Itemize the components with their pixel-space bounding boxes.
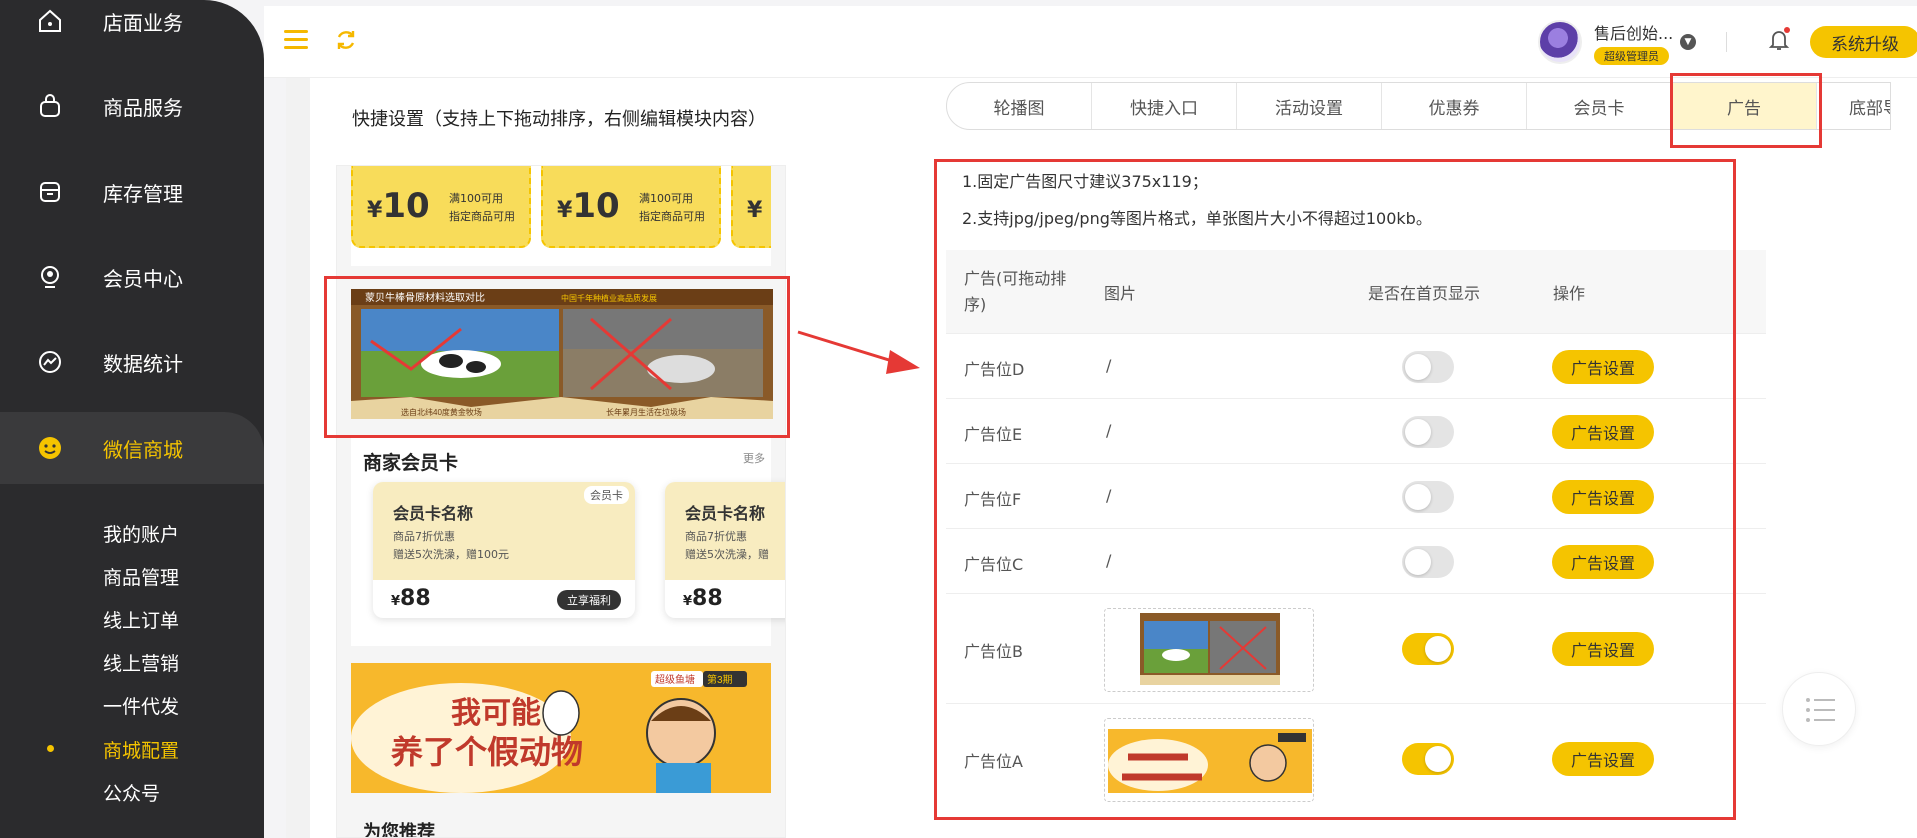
coupon-row[interactable]: ¥10 满100可用 指定商品可用 ¥10 满100可用 指定商品可用 ¥: [351, 166, 771, 266]
list-icon: [1806, 698, 1835, 722]
submenu-item-my-account[interactable]: 我的账户: [103, 520, 179, 547]
submenu-item-dropshipping[interactable]: 一件代发: [103, 692, 179, 719]
tab-quick-entry[interactable]: 快捷入口: [1092, 83, 1237, 129]
active-indicator-dot: [47, 745, 54, 752]
sidebar-item-label: 库存管理: [103, 181, 183, 206]
tab-highlight-frame: [1670, 73, 1822, 148]
box-icon: [36, 178, 64, 206]
submenu-item-product-management[interactable]: 商品管理: [103, 563, 179, 590]
sidebar-item-store-business[interactable]: 店面业务: [0, 0, 264, 56]
chart-icon: [36, 348, 64, 376]
submenu-item-official-account[interactable]: 公众号: [103, 779, 160, 806]
sidebar: 店面业务 商品服务 库存管理 会员中心 数据统计 微信商城 我的账户 商品管理 …: [0, 0, 264, 838]
home-icon: [36, 7, 64, 35]
coupon-amount: 10: [572, 186, 620, 226]
member-card-tag: 会员卡: [584, 486, 629, 504]
quick-settings-title: 快捷设置（支持上下拖动排序，右侧编辑模块内容）: [352, 109, 766, 130]
avatar[interactable]: [1538, 20, 1582, 64]
promo-line-2: 养了个假动物: [391, 734, 583, 770]
member-card-name: 会员卡名称: [393, 504, 474, 523]
coupon-condition: 满100可用: [449, 192, 503, 205]
promo-banner-fake-animal[interactable]: 超级鱼塘 第3期 我可能 养了个假动物: [351, 663, 771, 793]
top-header: 售后创始... 超级管理员 ▼ 系统升级: [264, 6, 1917, 78]
promo-badge: 超级鱼塘: [655, 673, 695, 686]
ad-highlight-frame: [324, 276, 790, 438]
member-card[interactable]: 会员卡名称 商品7折优惠 赠送5次洗澡，赠 ¥88: [665, 482, 785, 618]
tab-carousel[interactable]: 轮播图: [947, 83, 1092, 129]
chevron-down-icon[interactable]: ▼: [1680, 34, 1696, 50]
currency-symbol: ¥: [557, 198, 573, 223]
sidebar-item-inventory[interactable]: 库存管理: [0, 157, 264, 227]
coupon-scope: 指定商品可用: [639, 210, 705, 223]
header-divider: [1726, 32, 1727, 52]
submenu-item-online-orders[interactable]: 线上订单: [103, 606, 179, 633]
member-card-benefit-1: 商品7折优惠: [685, 530, 747, 543]
member-card-price: 88: [400, 586, 431, 611]
claim-benefit-button[interactable]: 立享福利: [557, 590, 621, 610]
recommend-title: 为您推荐: [363, 822, 435, 838]
sidebar-item-member-center[interactable]: 会员中心: [0, 242, 264, 312]
tab-coupon[interactable]: 优惠券: [1382, 83, 1527, 129]
smile-icon: [36, 434, 64, 462]
bag-icon: [36, 92, 64, 120]
member-card-section: 商家会员卡 更多 会员卡 会员卡名称 商品7折优惠 赠送5次洗澡，赠100元 ¥…: [351, 436, 785, 646]
coupon-card[interactable]: ¥10 满100可用 指定商品可用: [351, 166, 531, 248]
phone-preview: ¥10 满100可用 指定商品可用 ¥10 满100可用 指定商品可用 ¥ 蒙贝牛棒…: [336, 165, 786, 838]
refresh-icon[interactable]: [334, 28, 358, 52]
member-card-name: 会员卡名称: [685, 504, 766, 523]
sidebar-item-label: 商品服务: [103, 95, 183, 120]
coupon-card[interactable]: ¥: [731, 166, 771, 248]
user-role-badge: 超级管理员: [1594, 47, 1669, 65]
coupon-condition: 满100可用: [639, 192, 693, 205]
promo-issue: 第3期: [707, 673, 733, 686]
sidebar-item-label: 微信商城: [103, 437, 183, 462]
submenu-item-online-marketing[interactable]: 线上营销: [103, 649, 179, 676]
member-icon: [36, 263, 64, 291]
sidebar-item-label: 会员中心: [103, 266, 183, 291]
menu-toggle-icon[interactable]: [284, 30, 308, 50]
coupon-scope: 指定商品可用: [449, 210, 515, 223]
currency-symbol: ¥: [683, 594, 693, 609]
coupon-card[interactable]: ¥10 满100可用 指定商品可用: [541, 166, 721, 248]
sidebar-submenu: 我的账户 商品管理 线上订单 线上营销 一件代发 商城配置 公众号: [0, 490, 264, 838]
currency-symbol: ¥: [747, 198, 763, 223]
tab-activity[interactable]: 活动设置: [1237, 83, 1382, 129]
tab-member-card[interactable]: 会员卡: [1527, 83, 1672, 129]
submenu-item-mall-config[interactable]: 商城配置: [103, 736, 179, 763]
tab-bottom-nav[interactable]: 底部导: [1817, 83, 1890, 129]
sidebar-item-label: 店面业务: [103, 10, 183, 35]
more-link[interactable]: 更多: [743, 450, 765, 466]
user-name[interactable]: 售后创始...: [1594, 20, 1673, 44]
list-menu-button[interactable]: [1782, 672, 1856, 746]
member-card-benefit-1: 商品7折优惠: [393, 530, 455, 543]
member-card-price: 88: [692, 586, 723, 611]
member-section-title: 商家会员卡: [363, 452, 459, 474]
currency-symbol: ¥: [391, 594, 401, 609]
promo-line-1: 我可能: [451, 697, 541, 730]
sidebar-item-wechat-mall[interactable]: 微信商城: [0, 412, 264, 484]
system-upgrade-button[interactable]: 系统升级: [1810, 26, 1917, 58]
arrow-annotation: [796, 320, 926, 384]
notification-dot: [1784, 27, 1790, 33]
member-card-benefit-2: 赠送5次洗澡，赠: [685, 548, 769, 561]
content-gutter: [286, 78, 310, 838]
member-card-benefit-2: 赠送5次洗澡，赠100元: [393, 548, 509, 561]
sidebar-item-statistics[interactable]: 数据统计: [0, 327, 264, 397]
table-highlight-frame: [934, 159, 1736, 820]
sidebar-item-label: 数据统计: [103, 351, 183, 376]
sidebar-item-product-service[interactable]: 商品服务: [0, 71, 264, 141]
currency-symbol: ¥: [367, 198, 383, 223]
member-card[interactable]: 会员卡 会员卡名称 商品7折优惠 赠送5次洗澡，赠100元 ¥88 立享福利: [373, 482, 635, 618]
coupon-amount: 10: [382, 186, 430, 226]
